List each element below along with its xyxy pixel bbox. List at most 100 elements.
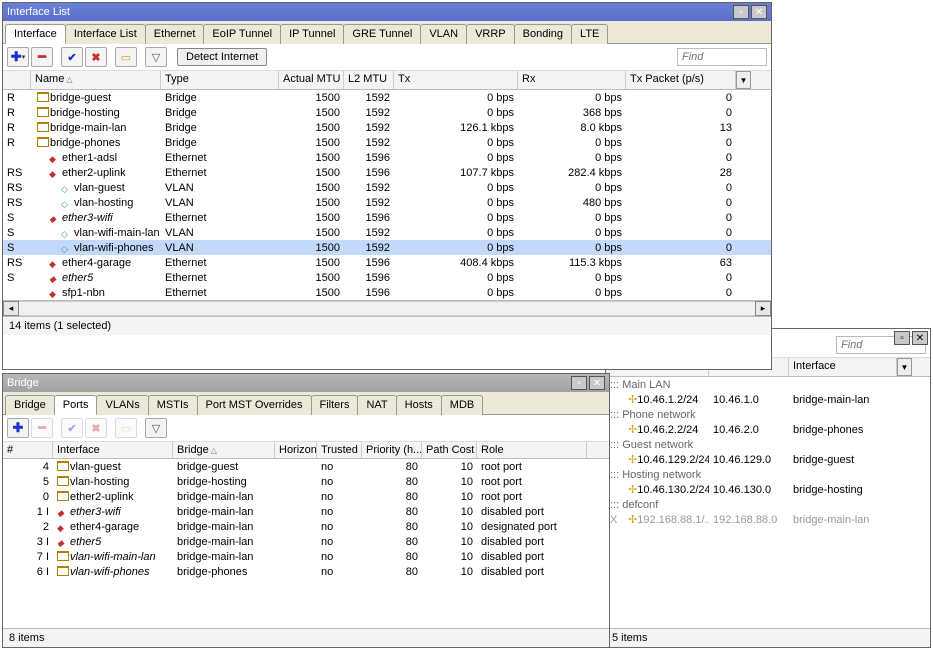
close-button[interactable]: ✕ — [751, 5, 767, 19]
comment-button[interactable]: ▭ — [115, 418, 137, 438]
bridge-port-row[interactable]: 3 Iether5bridge-main-lanno8010disabled p… — [3, 534, 609, 549]
col-priority[interactable]: Priority (h... — [362, 442, 422, 458]
interface-row[interactable]: Rbridge-main-lanBridge15001592126.1 kbps… — [3, 120, 771, 135]
disable-button[interactable]: ✖ — [85, 47, 107, 67]
col-flag[interactable] — [3, 71, 31, 89]
interface-row[interactable]: sfp1-nbnEthernet150015960 bps0 bps0 — [3, 285, 771, 300]
tab-mstis[interactable]: MSTIs — [148, 395, 198, 415]
tab-interface-list[interactable]: Interface List — [65, 24, 146, 44]
find-input[interactable] — [677, 48, 767, 66]
tab-filters[interactable]: Filters — [311, 395, 359, 415]
add-button[interactable]: ✚▾ — [7, 47, 29, 67]
col-interface[interactable]: Interface — [789, 358, 897, 376]
close-button[interactable]: ✕ — [589, 376, 605, 390]
minimize-button[interactable]: ▫ — [571, 376, 587, 390]
interface-row[interactable]: ether1-adslEthernet150015960 bps0 bps0 — [3, 150, 771, 165]
col-trusted[interactable]: Trusted — [317, 442, 362, 458]
address-row[interactable]: ✢10.46.1.2/2410.46.1.0bridge-main-lan — [606, 392, 930, 407]
interface-table-header: Name△ Type Actual MTU L2 MTU Tx Rx Tx Pa… — [3, 71, 771, 90]
filter-button[interactable]: ▽ — [145, 47, 167, 67]
col-tx[interactable]: Tx — [394, 71, 518, 89]
filter-button[interactable]: ▽ — [145, 418, 167, 438]
interface-row[interactable]: Svlan-wifi-main-lanVLAN150015920 bps0 bp… — [3, 225, 771, 240]
col-interface[interactable]: Interface — [53, 442, 173, 458]
col-name[interactable]: Name△ — [31, 71, 161, 89]
interface-row[interactable]: Rbridge-phonesBridge150015920 bps0 bps0 — [3, 135, 771, 150]
interface-row[interactable]: Sether5Ethernet150015960 bps0 bps0 — [3, 270, 771, 285]
tab-lte[interactable]: LTE — [571, 24, 608, 44]
col-l2-mtu[interactable]: L2 MTU — [344, 71, 394, 89]
col-path-cost[interactable]: Path Cost — [422, 442, 477, 458]
col-role[interactable]: Role — [477, 442, 587, 458]
interface-row[interactable]: Sether3-wifiEthernet150015960 bps0 bps0 — [3, 210, 771, 225]
columns-dropdown[interactable]: ▼ — [897, 358, 912, 376]
address-row[interactable]: X✢192.168.88.1/...192.168.88.0bridge-mai… — [606, 512, 930, 527]
columns-dropdown[interactable]: ▼ — [736, 71, 751, 89]
col-bridge[interactable]: Bridge△ — [173, 442, 275, 458]
interface-row[interactable]: Svlan-wifi-phonesVLAN150015920 bps0 bps0 — [3, 240, 771, 255]
close-button[interactable]: ✕ — [912, 331, 928, 345]
bridge-port-row[interactable]: 5vlan-hostingbridge-hostingno8010root po… — [3, 474, 609, 489]
enable-button[interactable]: ✔ — [61, 418, 83, 438]
bridge-port-row[interactable]: 4vlan-guestbridge-guestno8010root port — [3, 459, 609, 474]
note-icon: ▭ — [121, 51, 131, 64]
ether-icon — [49, 153, 60, 163]
interface-row[interactable]: Rbridge-hostingBridge150015920 bps368 bp… — [3, 105, 771, 120]
col-rx[interactable]: Rx — [518, 71, 626, 89]
tab-bridge[interactable]: Bridge — [5, 395, 55, 415]
remove-button[interactable]: ━ — [31, 418, 53, 438]
tab-mdb[interactable]: MDB — [441, 395, 483, 415]
address-group-row: ::: Hosting network — [606, 467, 930, 482]
col-actual-mtu[interactable]: Actual MTU — [279, 71, 344, 89]
minus-icon: ━ — [38, 420, 46, 436]
tab-vlans[interactable]: VLANs — [96, 395, 148, 415]
tab-ethernet[interactable]: Ethernet — [145, 24, 205, 44]
detect-internet-button[interactable]: Detect Internet — [177, 48, 267, 66]
tab-hosts[interactable]: Hosts — [396, 395, 442, 415]
address-row[interactable]: ✢10.46.130.2/2410.46.130.0bridge-hosting — [606, 482, 930, 497]
bridge-tabs: BridgePortsVLANsMSTIsPort MST OverridesF… — [3, 392, 609, 415]
tab-vrrp[interactable]: VRRP — [466, 24, 515, 44]
bridge-port-row[interactable]: 0ether2-uplinkbridge-main-lanno8010root … — [3, 489, 609, 504]
tab-interface[interactable]: Interface — [5, 24, 66, 44]
col-num[interactable]: # — [3, 442, 53, 458]
tab-port-mst-overrides[interactable]: Port MST Overrides — [197, 395, 312, 415]
tab-eoip-tunnel[interactable]: EoIP Tunnel — [203, 24, 281, 44]
bridge-port-row[interactable]: 2ether4-garagebridge-main-lanno8010desig… — [3, 519, 609, 534]
address-row[interactable]: ✢10.46.2.2/2410.46.2.0bridge-phones — [606, 422, 930, 437]
plus-icon: ✚ — [11, 49, 22, 65]
bridge-port-row[interactable]: 6 Ivlan-wifi-phonesbridge-phonesno8010di… — [3, 564, 609, 579]
remove-button[interactable]: ━ — [31, 47, 53, 67]
interface-row[interactable]: RSether4-garageEthernet15001596408.4 kbp… — [3, 255, 771, 270]
tab-bonding[interactable]: Bonding — [514, 24, 572, 44]
col-tx-packet[interactable]: Tx Packet (p/s) — [626, 71, 736, 89]
add-button[interactable]: ✚ — [7, 418, 29, 438]
scroll-right-button[interactable]: ▸ — [755, 301, 771, 316]
minimize-button[interactable]: ▫ — [733, 5, 749, 19]
enable-button[interactable]: ✔ — [61, 47, 83, 67]
bridge-port-row[interactable]: 1 Iether3-wifibridge-main-lanno8010disab… — [3, 504, 609, 519]
bridge-icon — [37, 92, 48, 102]
scroll-left-button[interactable]: ◂ — [3, 301, 19, 316]
window-title: Interface List — [7, 6, 70, 18]
tab-gre-tunnel[interactable]: GRE Tunnel — [343, 24, 421, 44]
bridge-window: Bridge ▫ ✕ BridgePortsVLANsMSTIsPort MST… — [2, 373, 610, 648]
vlan-icon — [61, 183, 72, 193]
interface-row[interactable]: Rbridge-guestBridge150015920 bps0 bps0 — [3, 90, 771, 105]
comment-button[interactable]: ▭ — [115, 47, 137, 67]
col-horizon[interactable]: Horizon — [275, 442, 317, 458]
tab-ip-tunnel[interactable]: IP Tunnel — [280, 24, 344, 44]
interface-row[interactable]: RSvlan-hostingVLAN150015920 bps480 bps0 — [3, 195, 771, 210]
disable-button[interactable]: ✖ — [85, 418, 107, 438]
interface-row[interactable]: RSvlan-guestVLAN150015920 bps0 bps0 — [3, 180, 771, 195]
bridge-port-row[interactable]: 7 Ivlan-wifi-main-lanbridge-main-lanno80… — [3, 549, 609, 564]
interface-row[interactable]: RSether2-uplinkEthernet15001596107.7 kbp… — [3, 165, 771, 180]
tab-nat[interactable]: NAT — [357, 395, 396, 415]
tab-ports[interactable]: Ports — [54, 395, 98, 415]
address-row[interactable]: ✢10.46.129.2/2410.46.129.0bridge-guest — [606, 452, 930, 467]
ether-icon — [49, 168, 60, 178]
ether-icon — [49, 258, 60, 268]
col-type[interactable]: Type — [161, 71, 279, 89]
tab-vlan[interactable]: VLAN — [420, 24, 467, 44]
minimize-button[interactable]: ▫ — [894, 331, 910, 345]
